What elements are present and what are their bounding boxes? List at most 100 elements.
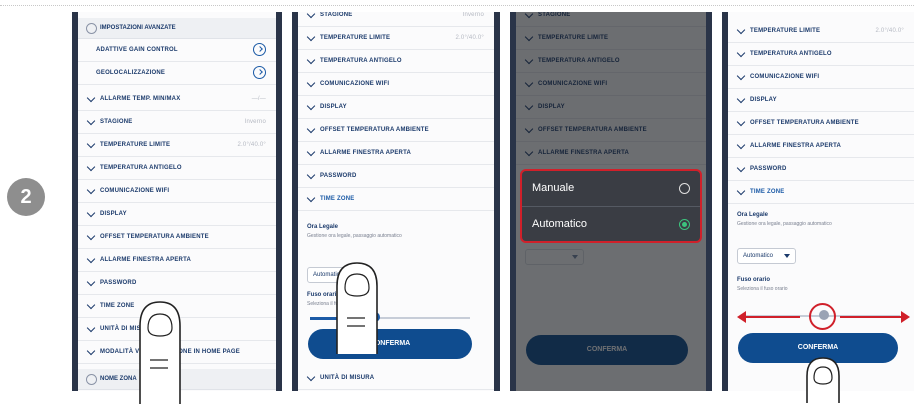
settings-row[interactable]: TEMPERATURA ANTIGELO — [78, 157, 276, 180]
dst-mode-select[interactable]: Automatico — [737, 248, 796, 264]
settings-row-label: TEMPERATURE LIMITE — [750, 28, 821, 34]
settings-row[interactable]: TIME ZONE — [728, 181, 914, 204]
chevron-down-icon — [86, 162, 96, 172]
chevron-down-icon — [306, 101, 316, 111]
arrow-left-icon — [737, 311, 746, 323]
legal-time-title: Ora Legale — [737, 212, 769, 218]
settings-row[interactable]: TEMPERATURE LIMITE 2.0°/40.0° — [728, 20, 914, 43]
chevron-down-icon — [736, 140, 746, 150]
settings-row-label: OFFSET TEMPERATURA AMBIENTE — [100, 234, 209, 240]
settings-row-label: TEMPERATURA ANTIGELO — [750, 51, 832, 57]
hand-pointer-icon — [806, 357, 840, 403]
chevron-down-icon — [306, 78, 316, 88]
settings-row[interactable]: ALLARME FINESTRA APERTA — [298, 142, 494, 165]
chevron-down-icon — [736, 117, 746, 127]
settings-row-label: STAGIONE — [100, 119, 133, 125]
settings-row[interactable]: PASSWORD — [78, 272, 276, 295]
chevron-down-icon — [306, 193, 316, 203]
chevron-right-icon[interactable] — [253, 66, 266, 79]
legal-time-title: Ora Legale — [307, 224, 339, 230]
chevron-down-icon — [306, 12, 316, 19]
arrow-right-line — [840, 316, 902, 318]
chevron-down-icon — [306, 55, 316, 65]
settings-row[interactable]: TEMPERATURE LIMITE 2.0°/40.0° — [78, 134, 276, 157]
settings-row-label: OFFSET TEMPERATURA AMBIENTE — [320, 127, 429, 133]
popup-option[interactable]: Manuale — [522, 171, 700, 205]
step-number-badge: 2 — [7, 178, 45, 216]
settings-row[interactable]: TIME ZONE — [298, 188, 494, 211]
settings-row-value: 2.0°/40.0° — [875, 28, 904, 34]
chevron-down-icon — [86, 254, 96, 264]
legal-time-description: Gestione ora legale, passaggio automatic… — [737, 221, 832, 227]
settings-row-label: DISPLAY — [100, 211, 127, 217]
settings-row-value: Inverno — [244, 119, 266, 125]
chevron-down-icon — [86, 185, 96, 195]
dotted-separator — [0, 5, 914, 6]
popup-option[interactable]: Automatico — [522, 206, 700, 241]
settings-row[interactable]: COMUNICAZIONE WIFI — [728, 66, 914, 89]
settings-row-label: STAGIONE — [320, 12, 353, 18]
settings-row[interactable]: COMUNICAZIONE WIFI — [298, 73, 494, 96]
chevron-down-icon — [86, 208, 96, 218]
settings-row[interactable]: DISPLAY — [298, 96, 494, 119]
settings-row-value: 2.0°/40.0° — [455, 35, 484, 41]
settings-row[interactable]: PASSWORD — [728, 158, 914, 181]
chevron-down-icon — [736, 71, 746, 81]
settings-row[interactable]: STAGIONE Inverno — [298, 12, 494, 27]
settings-row[interactable]: UNITÀ DI MISURA — [298, 367, 494, 390]
timezone-description: Seleziona il fuso orario — [737, 286, 788, 292]
settings-row[interactable]: GEOLOCALIZZAZIONE — [78, 62, 276, 85]
settings-row[interactable]: PASSWORD — [298, 165, 494, 188]
settings-row[interactable]: ALLARME FINESTRA APERTA — [78, 249, 276, 272]
settings-row[interactable]: TEMPERATURE LIMITE 2.0°/40.0° — [298, 27, 494, 50]
hand-pointer-icon — [336, 262, 378, 354]
caret-down-icon — [784, 254, 790, 258]
settings-row[interactable]: STAGIONE Inverno — [78, 111, 276, 134]
chevron-down-icon — [86, 346, 96, 356]
chevron-down-icon — [86, 323, 96, 333]
settings-row[interactable]: DISPLAY — [78, 203, 276, 226]
settings-row-label: PASSWORD — [100, 280, 137, 286]
settings-row-label: TIME ZONE — [320, 196, 355, 202]
chevron-down-icon — [86, 231, 96, 241]
chevron-down-icon — [736, 186, 746, 196]
arrow-left-line — [742, 316, 800, 318]
collapse-icon — [86, 23, 97, 34]
settings-row[interactable]: OFFSET TEMPERATURA AMBIENTE — [298, 119, 494, 142]
settings-row-label: ALLARME FINESTRA APERTA — [100, 257, 192, 263]
chevron-right-icon[interactable] — [253, 43, 266, 56]
section-advanced-settings[interactable]: IMPOSTAZIONI AVANZATE — [78, 18, 276, 39]
chevron-down-icon — [736, 163, 746, 173]
settings-row[interactable]: ALLARME TEMP. MIN/MAX —/— — [78, 88, 276, 111]
settings-row[interactable]: TEMPERATURA ANTIGELO — [298, 50, 494, 73]
settings-row[interactable]: COMUNICAZIONE WIFI — [78, 180, 276, 203]
settings-row[interactable]: ADATTIVE GAIN CONTROL — [78, 39, 276, 62]
settings-row[interactable]: TEMPERATURA ANTIGELO — [728, 43, 914, 66]
settings-row-value: 2.0°/40.0° — [237, 142, 266, 148]
chevron-down-icon — [86, 116, 96, 126]
popup-option-label: Automatico — [532, 218, 588, 230]
settings-row-label: GEOLOCALIZZAZIONE — [96, 70, 166, 76]
timezone-title: Fuso orario — [737, 277, 771, 283]
chevron-down-icon — [86, 300, 96, 310]
phone-screen-4: TEMPERATURE LIMITE 2.0°/40.0° TEMPERATURA … — [722, 12, 914, 391]
phone-screen-2: STAGIONE Inverno TEMPERATURE LIMITE 2.0°/40… — [292, 12, 500, 391]
settings-row-label: ADATTIVE GAIN CONTROL — [96, 47, 178, 53]
settings-row[interactable]: OFFSET TEMPERATURA AMBIENTE — [728, 112, 914, 135]
settings-row[interactable]: DISPLAY — [728, 89, 914, 112]
settings-row-label: TEMPERATURE LIMITE — [100, 142, 171, 148]
settings-row-label: UNITÀ DI MISURA — [320, 375, 375, 381]
radio-icon[interactable] — [679, 219, 690, 230]
settings-row-label: COMUNICAZIONE WIFI — [100, 188, 170, 194]
settings-row[interactable]: ALLARME FINESTRA APERTA — [728, 135, 914, 158]
settings-row-label: PASSWORD — [750, 166, 787, 172]
chevron-down-icon — [306, 124, 316, 134]
chevron-down-icon — [306, 32, 316, 42]
settings-row[interactable]: OFFSET TEMPERATURA AMBIENTE — [78, 226, 276, 249]
hand-pointer-icon — [139, 301, 181, 404]
settings-row-label: PASSWORD — [320, 173, 357, 179]
radio-icon[interactable] — [679, 183, 690, 194]
chevron-down-icon — [736, 48, 746, 58]
settings-row-label: TIME ZONE — [750, 189, 785, 195]
settings-row-label: ALLARME FINESTRA APERTA — [320, 150, 412, 156]
